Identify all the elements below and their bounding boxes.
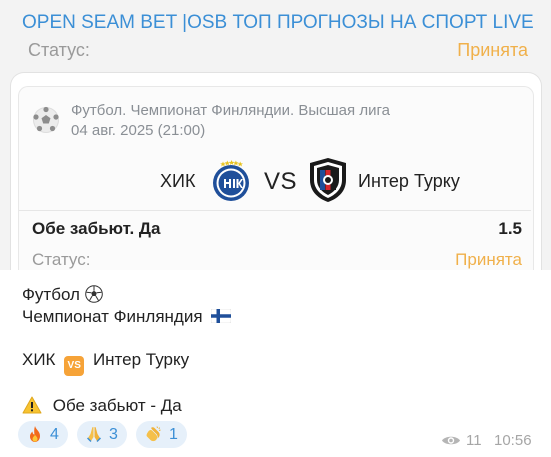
message-championship: Чемпионат Финляндия	[22, 307, 203, 326]
clap-icon	[146, 426, 161, 442]
fire-icon	[30, 426, 40, 442]
league-name: Футбол. Чемпионат Финляндии. Высшая лига	[71, 102, 390, 119]
card-status-value: Принята	[455, 250, 522, 269]
card-divider	[19, 210, 531, 211]
message-time: 10:56	[494, 432, 532, 449]
vs-badge-icon: VS	[64, 356, 85, 376]
soccer-ball-icon	[84, 285, 103, 303]
header-status-label: Статус:	[28, 40, 90, 60]
message-sport-line: Футбол	[22, 285, 103, 305]
reaction-pray[interactable]: 3	[77, 421, 127, 448]
reaction-fire[interactable]: 4	[18, 421, 68, 448]
reaction-fire-count: 4	[50, 426, 59, 443]
message-bet-line: Обе забьют - Да	[22, 396, 182, 416]
channel-title[interactable]: OPEN SEAM BET |OSB ТОП ПРОГНОЗЫ НА СПОРТ…	[22, 12, 534, 34]
message-sport: Футбол	[22, 285, 80, 304]
match-date: 04 авг. 2025 (21:00)	[71, 122, 206, 139]
home-team-name: ХИК	[160, 171, 196, 191]
bet-name: Обе забьют. Да	[32, 219, 161, 238]
reaction-clap[interactable]: 1	[136, 421, 187, 448]
bet-odds: 1.5	[498, 219, 522, 238]
message-teams-line: ХИК VS Интер Турку	[22, 350, 189, 376]
hik-logo-icon	[213, 160, 249, 201]
pray-icon	[87, 427, 101, 442]
away-team-name: Интер Турку	[358, 171, 460, 191]
card-status-row: Статус: Принята	[32, 250, 522, 272]
versus-label: VS	[264, 168, 298, 195]
card-status-label: Статус:	[32, 250, 91, 269]
message-home-team: ХИК	[22, 350, 56, 369]
reaction-clap-count: 1	[169, 426, 178, 443]
view-count: 11	[466, 432, 482, 449]
message-away-team: Интер Турку	[92, 350, 190, 369]
header-status-row: Статус: Принята	[28, 40, 528, 62]
message-bet: Обе забьют - Да	[52, 396, 182, 415]
message-championship-line: Чемпионат Финляндия	[22, 307, 232, 327]
finland-flag-icon	[211, 309, 232, 323]
views-eye-icon	[442, 436, 460, 445]
reaction-pray-count: 3	[109, 426, 118, 443]
inter-turku-logo-icon	[310, 158, 346, 202]
header-status-value: Принята	[457, 40, 528, 60]
football-icon	[33, 106, 59, 133]
warning-icon	[22, 396, 42, 414]
